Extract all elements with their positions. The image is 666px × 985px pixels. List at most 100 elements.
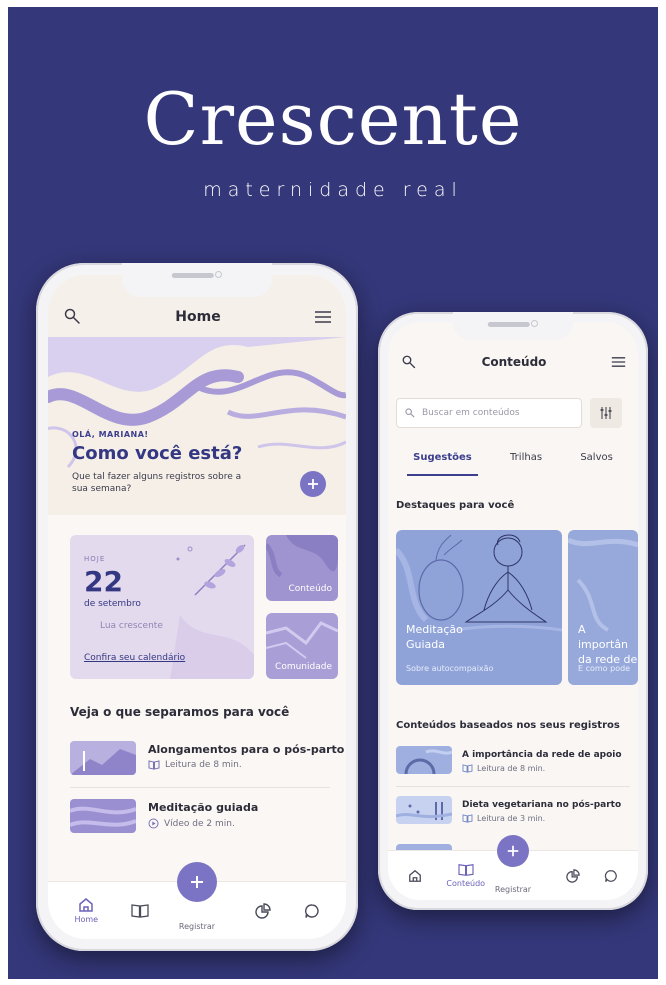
item-thumbnail[interactable] bbox=[70, 799, 136, 833]
phone-content: Conteúdo Buscar em conteúdos Sugestões T… bbox=[378, 312, 648, 910]
search-icon bbox=[405, 407, 415, 418]
featured-card[interactable]: A importân da rede de E como pode bbox=[568, 530, 638, 685]
featured-card[interactable]: Meditação Guiada Sobre autocompaixão bbox=[396, 530, 562, 685]
tile-community[interactable]: Comunidade bbox=[266, 613, 338, 679]
list-item-meta: Vídeo de 2 min. bbox=[148, 818, 235, 829]
featured-card-subtitle: E como pode bbox=[578, 664, 631, 673]
search-icon[interactable] bbox=[402, 355, 417, 370]
tile-content-label: Conteúdo bbox=[288, 584, 332, 594]
stretch-thumbnail bbox=[70, 749, 136, 775]
book-icon bbox=[462, 764, 473, 773]
tab-suggestions[interactable]: Sugestões bbox=[407, 448, 478, 476]
featured-card-title: A importân da rede de bbox=[578, 623, 638, 666]
mood-subtitle: Que tal fazer alguns registros sobre a s… bbox=[72, 472, 242, 494]
register-fab[interactable] bbox=[177, 862, 217, 902]
mood-question: Como você está? bbox=[72, 443, 243, 464]
nav-content[interactable] bbox=[131, 903, 149, 919]
home-content: HOJE 22 de setembro Lua crescente Confir… bbox=[48, 515, 346, 889]
speaker bbox=[487, 322, 530, 327]
list-item-meta: Leitura de 3 min. bbox=[462, 814, 545, 823]
book-icon bbox=[458, 864, 474, 876]
nav-stats[interactable] bbox=[255, 902, 271, 919]
phone-home: Home OLÁ, MARIANA! Como você está? Que t… bbox=[36, 263, 358, 951]
content-screen: Conteúdo Buscar em conteúdos Sugestões T… bbox=[388, 322, 638, 900]
tile-content[interactable]: Conteúdo bbox=[266, 535, 338, 601]
camera bbox=[531, 320, 538, 327]
section-title: Veja o que separamos para você bbox=[70, 705, 290, 719]
moon-phase: Lua crescente bbox=[100, 621, 163, 631]
chart-icon bbox=[255, 902, 271, 919]
menu-icon[interactable] bbox=[314, 310, 332, 324]
diet-thumbnail bbox=[396, 802, 452, 820]
item-thumbnail[interactable] bbox=[396, 796, 452, 824]
today-card[interactable]: HOJE 22 de setembro Lua crescente Confir… bbox=[70, 535, 254, 679]
phone-notch bbox=[122, 263, 272, 297]
records-title: Conteúdos baseados nos seus registros bbox=[396, 720, 620, 731]
nav-content[interactable]: Conteúdo bbox=[446, 863, 485, 888]
camera bbox=[215, 271, 222, 278]
play-icon bbox=[148, 818, 159, 829]
list-item-meta: Leitura de 8 min. bbox=[148, 760, 242, 770]
list-item-title[interactable]: Alongamentos para o pós-parto bbox=[148, 743, 344, 756]
nav-chat[interactable] bbox=[304, 903, 320, 919]
featured-card-title: Meditação Guiada bbox=[406, 623, 463, 651]
page-title: Conteúdo bbox=[481, 355, 547, 369]
featured-card-subtitle: Sobre autocompaixão bbox=[406, 664, 494, 673]
nav-home[interactable] bbox=[408, 869, 422, 883]
content-tabs: Sugestões Trilhas Salvos bbox=[388, 448, 638, 476]
item-thumbnail[interactable] bbox=[396, 746, 452, 774]
add-record-button[interactable] bbox=[300, 471, 326, 497]
search-input[interactable]: Buscar em conteúdos bbox=[396, 398, 582, 428]
poster-background: Crescente maternidade real Home OLÁ, MAR… bbox=[8, 7, 658, 979]
phone-notch bbox=[453, 312, 573, 340]
today-day: 22 bbox=[84, 565, 123, 598]
plus-icon bbox=[308, 479, 318, 489]
tab-saved[interactable]: Salvos bbox=[574, 448, 619, 472]
book-icon bbox=[462, 814, 473, 823]
chat-icon bbox=[304, 903, 319, 918]
page-title: Home bbox=[175, 309, 221, 325]
featured-title: Destaques para você bbox=[396, 500, 515, 511]
plus-icon bbox=[191, 876, 203, 888]
calendar-link[interactable]: Confira seu calendário bbox=[84, 653, 185, 663]
chart-icon bbox=[565, 868, 580, 883]
greeting-label: OLÁ, MARIANA! bbox=[72, 430, 149, 439]
list-item-title[interactable]: A importância da rede de apoio bbox=[462, 750, 622, 760]
list-item-title[interactable]: Dieta vegetariana no pós-parto bbox=[462, 800, 621, 810]
brand-tagline: maternidade real bbox=[203, 179, 463, 201]
tile-community-label: Comunidade bbox=[275, 662, 332, 672]
search-placeholder: Buscar em conteúdos bbox=[422, 408, 520, 418]
support-thumbnail bbox=[404, 749, 452, 774]
bottom-nav: Home Registrar bbox=[48, 862, 346, 939]
item-thumbnail[interactable] bbox=[70, 741, 136, 775]
plus-icon bbox=[507, 845, 519, 857]
home-icon bbox=[79, 898, 93, 912]
register-label[interactable]: Registrar bbox=[495, 885, 531, 894]
chat-icon bbox=[604, 869, 617, 882]
list-item-meta: Leitura de 8 min. bbox=[462, 764, 545, 773]
divider bbox=[396, 786, 630, 787]
book-icon bbox=[148, 760, 160, 770]
home-icon bbox=[409, 869, 422, 882]
bottom-nav: Conteúdo Registrar bbox=[388, 835, 638, 900]
filter-button[interactable] bbox=[590, 398, 622, 428]
search-icon[interactable] bbox=[64, 308, 82, 326]
nav-chat[interactable] bbox=[604, 869, 618, 883]
register-label[interactable]: Registrar bbox=[179, 922, 215, 931]
today-month: de setembro bbox=[84, 599, 141, 609]
nav-stats[interactable] bbox=[565, 868, 580, 883]
menu-icon[interactable] bbox=[611, 356, 626, 368]
book-icon bbox=[131, 903, 149, 918]
meditation-illustration bbox=[396, 534, 562, 632]
sliders-icon bbox=[600, 407, 612, 419]
meditation-thumbnail bbox=[70, 806, 136, 827]
home-screen: Home OLÁ, MARIANA! Como você está? Que t… bbox=[48, 275, 346, 939]
register-fab[interactable] bbox=[497, 835, 529, 867]
brand-logo: Crescente bbox=[143, 77, 523, 161]
list-item-title[interactable]: Meditação guiada bbox=[148, 801, 258, 814]
nav-home[interactable]: Home bbox=[74, 897, 98, 924]
divider bbox=[70, 787, 330, 788]
tab-trails[interactable]: Trilhas bbox=[504, 448, 548, 472]
today-label: HOJE bbox=[84, 555, 106, 563]
speaker bbox=[171, 273, 214, 278]
